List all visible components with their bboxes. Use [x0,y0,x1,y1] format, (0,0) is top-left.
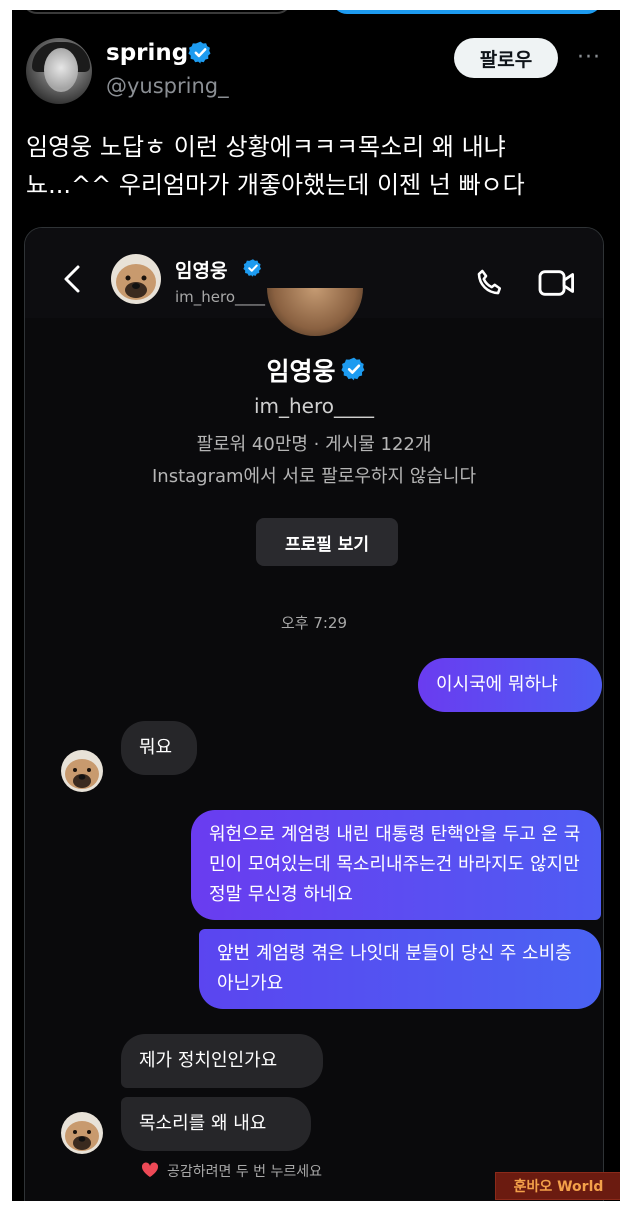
user-handle[interactable]: @yuspring_ [106,74,229,98]
sender-avatar[interactable] [61,1112,103,1154]
attached-image[interactable]: 임영웅 im_hero____ 임영웅 im_hero____ 팔로워 40만명… [24,227,604,1201]
profile-name: 임영웅 [266,357,336,386]
view-profile-button[interactable]: 프로필 보기 [256,518,398,566]
tweet-frame: spring @yuspring_ 팔로우 ··· 임영웅 노답ㅎ 이런 상황에… [12,10,620,1201]
dm-avatar[interactable] [111,254,161,304]
reaction-hint: 공감하려면 두 번 누르세요 [141,1161,322,1181]
watermark: 훈바오 World [495,1172,620,1200]
message-bubble-sent[interactable]: 워헌으로 계엄령 내린 대통령 탄핵안을 두고 온 국민이 모여있는데 목소리내… [191,810,601,920]
verified-badge-icon [341,357,365,381]
message-bubble-sent[interactable]: 앞번 계엄령 겪은 나잇대 분들이 당신 주 소비층 아닌가요 [199,929,601,1009]
verified-badge-icon [243,259,261,277]
video-camera-icon[interactable] [537,266,577,300]
heart-icon [141,1162,159,1177]
message-bubble-received[interactable]: 뭐요 [121,721,197,775]
verified-badge-icon [188,41,211,64]
more-options-icon[interactable]: ··· [572,42,606,72]
reaction-hint-text: 공감하려면 두 번 누르세요 [167,1164,323,1180]
follow-button[interactable]: 팔로우 [454,38,558,78]
dm-contact-handle: im_hero____ [175,288,266,306]
follow-status-note: Instagram에서 서로 팔로우하지 않습니다 [151,466,477,487]
profile-handle: im_hero____ [253,394,375,418]
top-cut-pill-left [22,10,292,14]
display-name[interactable]: spring [106,40,188,66]
tweet-text: 임영웅 노답ㅎ 이런 상황에ㅋㅋㅋ목소리 왜 내냐 뇨...^^ 우리엄마가 개… [26,133,525,199]
avatar[interactable] [26,38,92,104]
message-timestamp: 오후 7:29 [280,614,348,632]
message-bubble-sent[interactable]: 이시국에 뭐하냐 [418,658,602,712]
profile-picture[interactable] [267,288,363,336]
message-bubble-received[interactable]: 제가 정치인인가요 [121,1034,323,1088]
dm-contact-name[interactable]: 임영웅 [175,256,227,283]
top-cut-pill-right [332,10,602,14]
back-arrow-icon[interactable] [61,264,83,294]
sender-avatar[interactable] [61,750,103,792]
message-bubble-received[interactable]: 목소리를 왜 내요 [121,1097,311,1151]
profile-stats: 팔로워 40만명 · 게시물 122개 [196,434,432,455]
phone-icon[interactable] [473,266,507,300]
